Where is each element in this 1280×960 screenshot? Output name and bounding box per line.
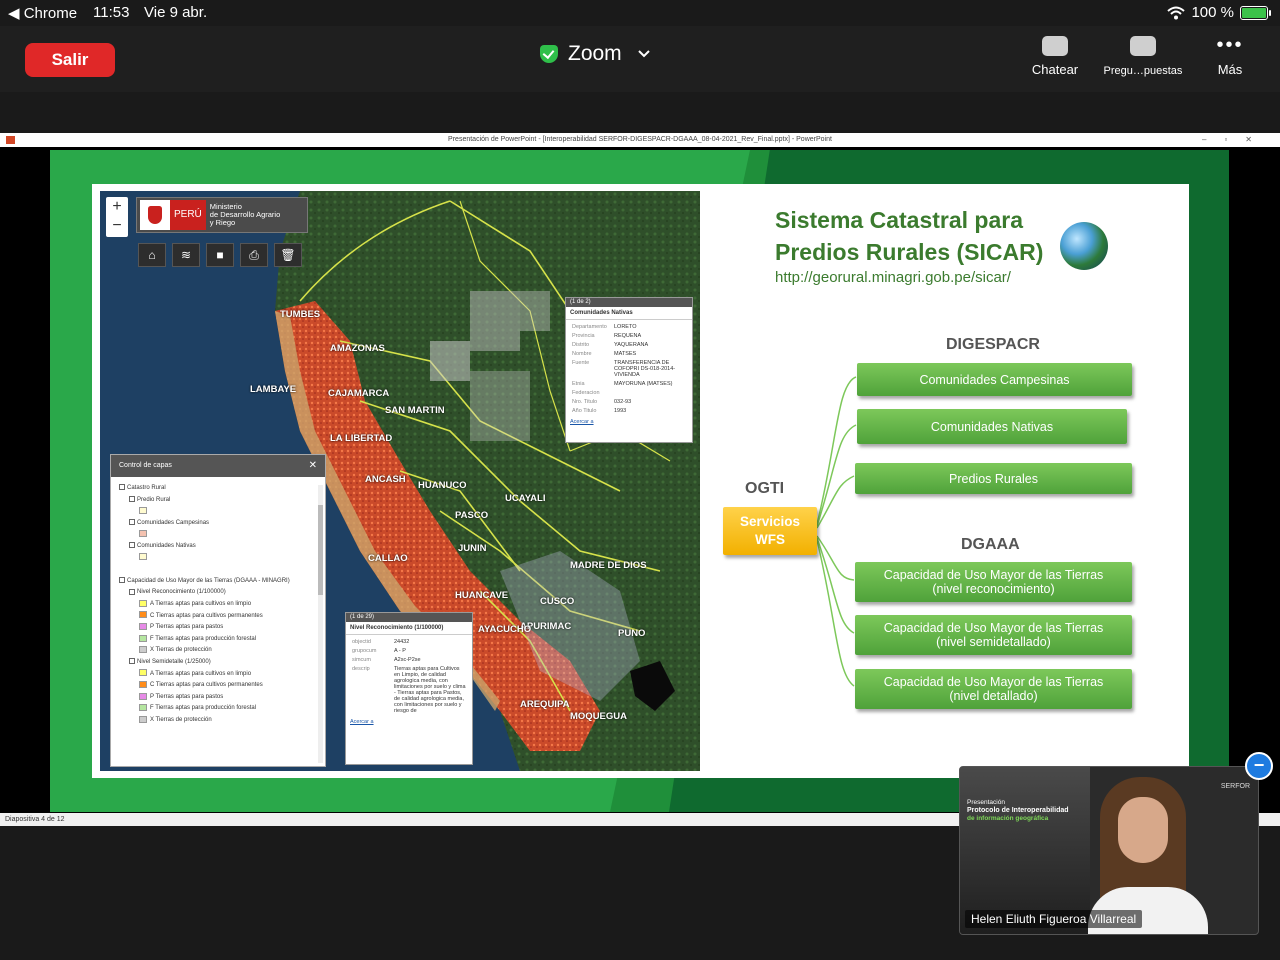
digespacr-label: DIGESPACR: [946, 336, 1040, 353]
battery-percent: 100 %: [1191, 4, 1234, 21]
serfor-logo: SERFOR: [1220, 783, 1250, 790]
wfs-line-1: Servicios: [739, 514, 801, 529]
participant-video-tile[interactable]: Presentación Protocolo de Interoperabili…: [959, 766, 1259, 935]
digespacr-item: Predios Rurales: [855, 463, 1132, 494]
qa-label: Pregu…puestas: [1103, 65, 1183, 77]
wfs-services-box: Servicios WFS: [723, 507, 817, 555]
clock: 11:53: [93, 4, 130, 21]
dgaaa-item-line-2: (nivel semidetallado): [936, 635, 1051, 649]
back-to-app-link[interactable]: ◀ Chrome: [8, 4, 77, 22]
meeting-title[interactable]: Zoom: [540, 42, 650, 66]
shared-screen: Presentación de PowerPoint - [Interopera…: [0, 133, 1280, 826]
minimize-video-button[interactable]: −: [1245, 752, 1273, 780]
chat-button[interactable]: Chatear: [1010, 36, 1100, 77]
participant-name: Helen Eliuth Figueroa Villarreal: [965, 910, 1143, 928]
window-controls: –▫✕: [1202, 135, 1270, 144]
status-bar: ◀ Chrome 11:53 Vie 9 abr. 100 %: [0, 0, 1280, 26]
powerpoint-window-title: Presentación de PowerPoint - [Interopera…: [448, 136, 832, 143]
dgaaa-item-line-1: Capacidad de Uso Mayor de las Tierras: [883, 675, 1104, 689]
dgaaa-item: Capacidad de Uso Mayor de las Tierras (ni…: [855, 669, 1132, 709]
date: Vie 9 abr.: [144, 4, 208, 21]
chat-label: Chatear: [1031, 62, 1079, 77]
wifi-icon: [1167, 6, 1186, 19]
dgaaa-item-line-1: Capacidad de Uso Mayor de las Tierras: [883, 621, 1104, 635]
ogti-label: OGTI: [745, 480, 785, 497]
digespacr-item: Comunidades Campesinas: [857, 363, 1132, 396]
more-dots-icon: •••: [1216, 34, 1244, 56]
zoom-toolbar: Salir Zoom Chatear Pregu…puestas ••• Más: [0, 26, 1280, 92]
status-right: 100 %: [1167, 4, 1271, 21]
shield-check-icon: [540, 45, 558, 63]
battery-icon: [1240, 5, 1271, 20]
chat-bubble-icon: [1042, 36, 1068, 56]
wfs-line-2: WFS: [754, 532, 785, 547]
dgaaa-item-line-1: Capacidad de Uso Mayor de las Tierras: [883, 568, 1104, 582]
dgaaa-item: Capacidad de Uso Mayor de las Tierras (ni…: [855, 562, 1132, 602]
dgaaa-item: Capacidad de Uso Mayor de las Tierras (ni…: [855, 615, 1132, 655]
digespacr-item: Comunidades Nativas: [857, 409, 1127, 444]
qa-button[interactable]: Pregu…puestas: [1098, 36, 1188, 77]
video-slide-text: Presentación Protocolo de Interoperabili…: [967, 799, 1069, 823]
powerpoint-icon: [6, 136, 15, 144]
video-slide-line-1: Presentación: [967, 799, 1005, 806]
more-button[interactable]: ••• Más: [1185, 34, 1275, 77]
more-label: Más: [1217, 62, 1243, 77]
dgaaa-item-line-2: (nivel reconocimiento): [932, 582, 1055, 596]
slide-counter: Diapositiva 4 de 12: [5, 816, 65, 823]
slide-content-card: + − PERÚ Ministerio de Desarrollo Agrari…: [92, 184, 1189, 778]
screen: ◀ Chrome 11:53 Vie 9 abr. 100 % Salir Zo…: [0, 0, 1280, 960]
dgaaa-item-line-2: (nivel detallado): [949, 689, 1038, 703]
meeting-title-text: Zoom: [568, 42, 622, 65]
dgaaa-label: DGAAA: [961, 536, 1020, 553]
slide: + − PERÚ Ministerio de Desarrollo Agrari…: [50, 150, 1229, 812]
video-slide-line-2: Protocolo de Interoperabilidad: [967, 807, 1069, 814]
chevron-down-icon: [637, 50, 650, 58]
video-slide-line-3: de información geográfica: [967, 815, 1049, 822]
leave-button[interactable]: Salir: [25, 43, 115, 77]
powerpoint-titlebar: Presentación de PowerPoint - [Interopera…: [0, 133, 1280, 147]
qa-bubbles-icon: [1130, 36, 1156, 56]
